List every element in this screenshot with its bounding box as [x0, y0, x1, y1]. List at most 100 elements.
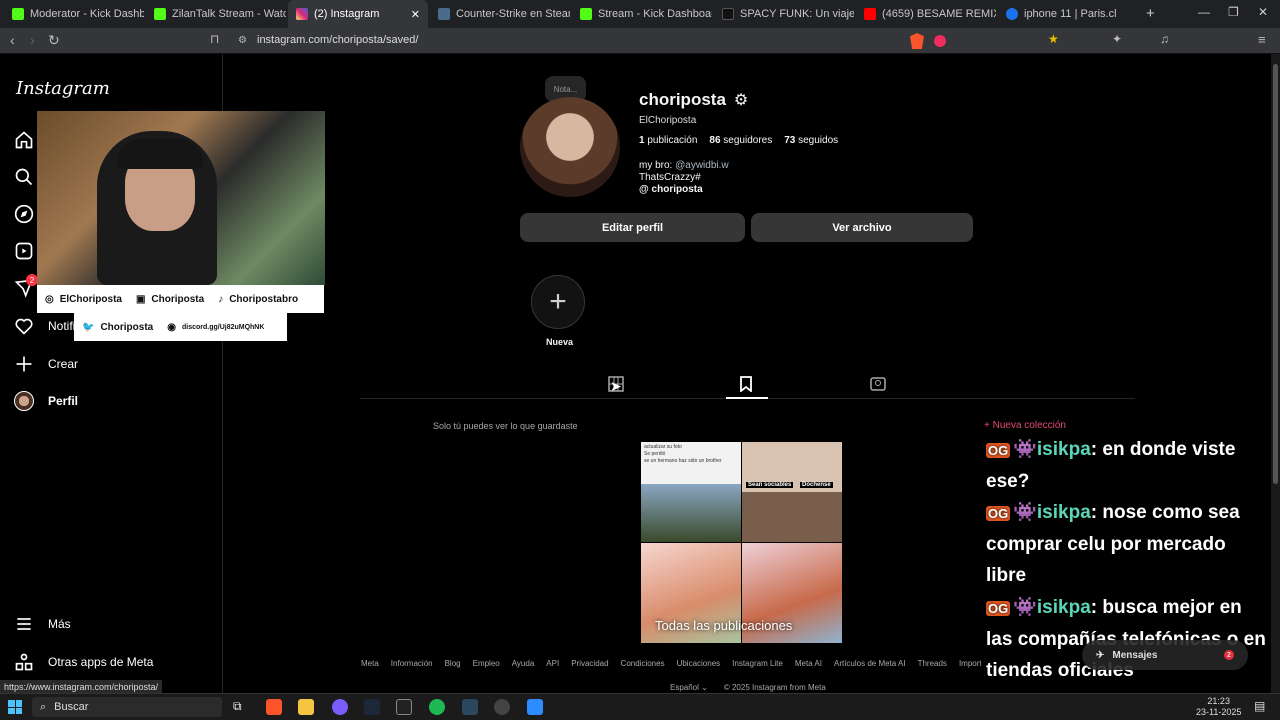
profile-stats: 1 publicación 86 seguidores 73 seguidos: [639, 135, 838, 146]
notification-center-icon[interactable]: ▤: [1254, 699, 1265, 713]
plus-icon: +: [549, 285, 567, 318]
close-tab-icon[interactable]: ✕: [411, 8, 420, 21]
steam-icon: [438, 8, 450, 20]
twitter-icon: 🐦: [82, 321, 95, 333]
spotify-taskbar-icon[interactable]: [429, 699, 445, 715]
extensions-icon[interactable]: ✦: [1112, 32, 1122, 46]
footer-link[interactable]: Empleo: [473, 659, 500, 668]
messenger-icon: ✈: [1096, 649, 1105, 661]
footer-link[interactable]: Ubicaciones: [677, 659, 721, 668]
saved-bookmark-icon[interactable]: [738, 376, 754, 392]
tagged-icon[interactable]: [870, 376, 886, 392]
tab-youtube[interactable]: (4659) BESAME REMIX - BI: [856, 2, 996, 26]
start-button[interactable]: [8, 700, 22, 714]
kick-icon: [580, 8, 592, 20]
tab-instagram[interactable]: (2) Instagram ✕: [288, 0, 428, 28]
sidebar-item-more[interactable]: Más: [14, 614, 71, 634]
footer-link[interactable]: Privacidad: [571, 659, 608, 668]
settings-gear-icon[interactable]: ⚙: [734, 90, 748, 110]
footer-link[interactable]: Meta AI: [795, 659, 822, 668]
close-window-button[interactable]: ✕: [1258, 5, 1268, 19]
edit-profile-button[interactable]: Editar perfil: [520, 213, 745, 242]
back-icon[interactable]: ‹: [10, 32, 15, 48]
task-view-icon[interactable]: ⧉: [233, 699, 242, 714]
taskbar-clock[interactable]: 21:23 23-11-2025: [1196, 696, 1241, 718]
profile-bio: my bro: @aywidbi.w ThatsCrazzy# @ chorip…: [639, 160, 729, 195]
footer-link[interactable]: Meta: [361, 659, 379, 668]
active-tab-indicator: [726, 397, 768, 399]
footer-link[interactable]: Ayuda: [512, 659, 535, 668]
footer-link[interactable]: Importación de contactos y no usuarios: [959, 659, 981, 668]
sidebar-item-create[interactable]: Crear: [14, 354, 78, 374]
sidebar-item-profile[interactable]: Perfil: [14, 391, 78, 411]
obs-taskbar-icon[interactable]: [396, 699, 412, 715]
tiktok-icon: ♪: [218, 293, 224, 305]
sidebar-item-home[interactable]: [14, 130, 34, 150]
minimize-button[interactable]: —: [1198, 5, 1210, 19]
home-icon: [15, 131, 33, 149]
youtube-icon: [864, 8, 876, 20]
reload-icon[interactable]: ↻: [48, 32, 60, 49]
menu-icon[interactable]: ≡: [1258, 32, 1266, 47]
link-status-bar: https://www.instagram.com/choriposta/: [0, 680, 163, 694]
sidebar-item-search[interactable]: [14, 167, 34, 187]
bookmark-icon[interactable]: ⊓: [210, 32, 219, 46]
app-taskbar-icon-2[interactable]: [494, 699, 510, 715]
footer-link[interactable]: Threads: [918, 659, 947, 668]
url-field[interactable]: instagram.com/choriposta/saved/: [257, 34, 418, 46]
profile-avatar[interactable]: [520, 97, 620, 197]
footer-link[interactable]: Información: [391, 659, 433, 668]
instagram-logo[interactable]: Instagram: [16, 78, 110, 99]
sidebar-item-meta-apps[interactable]: Otras apps de Meta: [14, 652, 153, 672]
messages-pill[interactable]: ✈ Mensajes 2: [1082, 640, 1248, 670]
app-taskbar-icon[interactable]: [332, 699, 348, 715]
file-explorer-icon[interactable]: [298, 699, 314, 715]
sidebar-item-messages[interactable]: 2: [14, 274, 38, 298]
chat-message: OG 👾isikpa: busca mejor en las compañías …: [986, 597, 1266, 681]
following-stat[interactable]: 73 seguidos: [784, 135, 838, 146]
tab-paris[interactable]: iphone 11 | Paris.cl: [998, 2, 1138, 26]
tab-steam[interactable]: Counter-Strike en Steam: [430, 2, 570, 26]
site-info-icon[interactable]: ⚙: [238, 35, 247, 46]
language-select[interactable]: Español ⌄: [670, 683, 708, 692]
sidebar-item-explore[interactable]: [14, 204, 34, 224]
footer-link[interactable]: Blog: [445, 659, 461, 668]
scrollbar-thumb[interactable]: [1273, 64, 1278, 484]
footer-link[interactable]: Condiciones: [621, 659, 665, 668]
tab-kick-stream[interactable]: Stream - Kick Dashboard: [572, 2, 712, 26]
sidebar-item-reels[interactable]: [14, 241, 34, 261]
maximize-button[interactable]: ❐: [1228, 5, 1239, 19]
followers-stat[interactable]: 86 seguidores: [709, 135, 772, 146]
steam-taskbar-icon[interactable]: [364, 699, 380, 715]
tab-kick-moderator[interactable]: Moderator - Kick Dashboard: [4, 2, 144, 26]
badge-icon: 👾: [1013, 502, 1037, 523]
saved-collection-card[interactable]: actualizar su foto Se perdió se un herma…: [641, 442, 842, 643]
new-collection-link[interactable]: + Nueva colección: [984, 420, 1066, 431]
streamer-hair: [117, 139, 203, 169]
bio-mention-link[interactable]: @aywidbi.w: [675, 160, 729, 171]
music-icon[interactable]: ♫: [1160, 32, 1169, 46]
threads-link[interactable]: choriposta: [652, 184, 703, 195]
tab-zilantalk[interactable]: ZilanTalk Stream - Watch Live o: [146, 2, 286, 26]
forward-icon[interactable]: ›: [30, 32, 35, 48]
tiktok-icon: [722, 8, 734, 20]
app-taskbar-icon-3[interactable]: [527, 699, 543, 715]
tab-tiktok[interactable]: SPACY FUNK: Un viaje a través: [714, 2, 854, 26]
page-scrollbar[interactable]: [1271, 54, 1280, 693]
brave-taskbar-icon[interactable]: [266, 699, 282, 715]
footer-link[interactable]: API: [546, 659, 559, 668]
footer-link[interactable]: Instagram Lite: [732, 659, 783, 668]
new-highlight-button[interactable]: +: [531, 275, 585, 329]
extension-star-icon[interactable]: ★: [1048, 32, 1059, 46]
mouse-cursor-icon: ➤: [610, 378, 622, 394]
taskbar-search[interactable]: ⌕ Buscar: [32, 697, 222, 717]
brave-shield-icon[interactable]: [910, 33, 924, 49]
view-archive-button[interactable]: Ver archivo: [751, 213, 973, 242]
footer-links: Meta Información Blog Empleo Ayuda API P…: [361, 659, 981, 668]
brave-rewards-icon[interactable]: [934, 35, 946, 47]
steam-taskbar-icon-2[interactable]: [462, 699, 478, 715]
footer-link[interactable]: Artículos de Meta AI: [834, 659, 906, 668]
posts-stat[interactable]: 1 publicación: [639, 135, 697, 146]
new-tab-button[interactable]: +: [1146, 5, 1155, 22]
windows-taskbar: ⌕ Buscar ⧉ 21:23 23-11-2025 ▤: [0, 693, 1280, 720]
